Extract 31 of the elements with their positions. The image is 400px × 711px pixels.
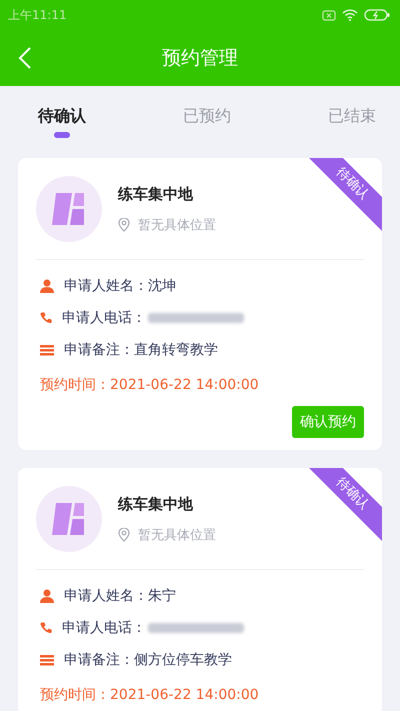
sim-icon bbox=[322, 10, 336, 20]
applicant-name: 申请人姓名：朱宁 bbox=[64, 587, 176, 605]
tab[interactable]: 已结束 bbox=[328, 86, 376, 134]
place-name: 练车集中地 bbox=[118, 184, 194, 204]
list-icon bbox=[40, 344, 54, 356]
location-pin-icon bbox=[118, 218, 130, 232]
person-icon bbox=[40, 589, 54, 603]
battery-icon bbox=[364, 9, 390, 21]
place-name: 练车集中地 bbox=[118, 494, 194, 514]
status-time: 上午11:11 bbox=[8, 6, 67, 24]
building-icon bbox=[36, 176, 102, 242]
applicant-name: 申请人姓名：沈坤 bbox=[64, 277, 176, 295]
confirm-button[interactable]: 确认预约 bbox=[292, 406, 364, 438]
phone-icon bbox=[40, 622, 52, 634]
applicant-note: 申请备注：直角转弯教学 bbox=[64, 341, 218, 359]
phone-icon bbox=[40, 312, 52, 324]
phone-label: 申请人电话： bbox=[62, 619, 146, 637]
back-icon[interactable] bbox=[18, 46, 32, 70]
page-title: 预约管理 bbox=[162, 46, 238, 71]
location-text: 暂无具体位置 bbox=[138, 216, 216, 234]
building-icon bbox=[36, 486, 102, 552]
phone-label: 申请人电话： bbox=[62, 309, 146, 327]
location-pin-icon bbox=[118, 528, 130, 542]
appointment-time: 预约时间：2021-06-22 14:00:00 bbox=[39, 686, 260, 704]
list-icon bbox=[40, 654, 54, 666]
wifi-icon bbox=[342, 9, 358, 21]
appointment-time: 预约时间：2021-06-22 14:00:00 bbox=[39, 376, 260, 394]
applicant-note: 申请备注：侧方位停车教学 bbox=[64, 651, 232, 669]
tab[interactable]: 已预约 bbox=[183, 86, 231, 134]
person-icon bbox=[40, 279, 54, 293]
location-text: 暂无具体位置 bbox=[138, 526, 216, 544]
